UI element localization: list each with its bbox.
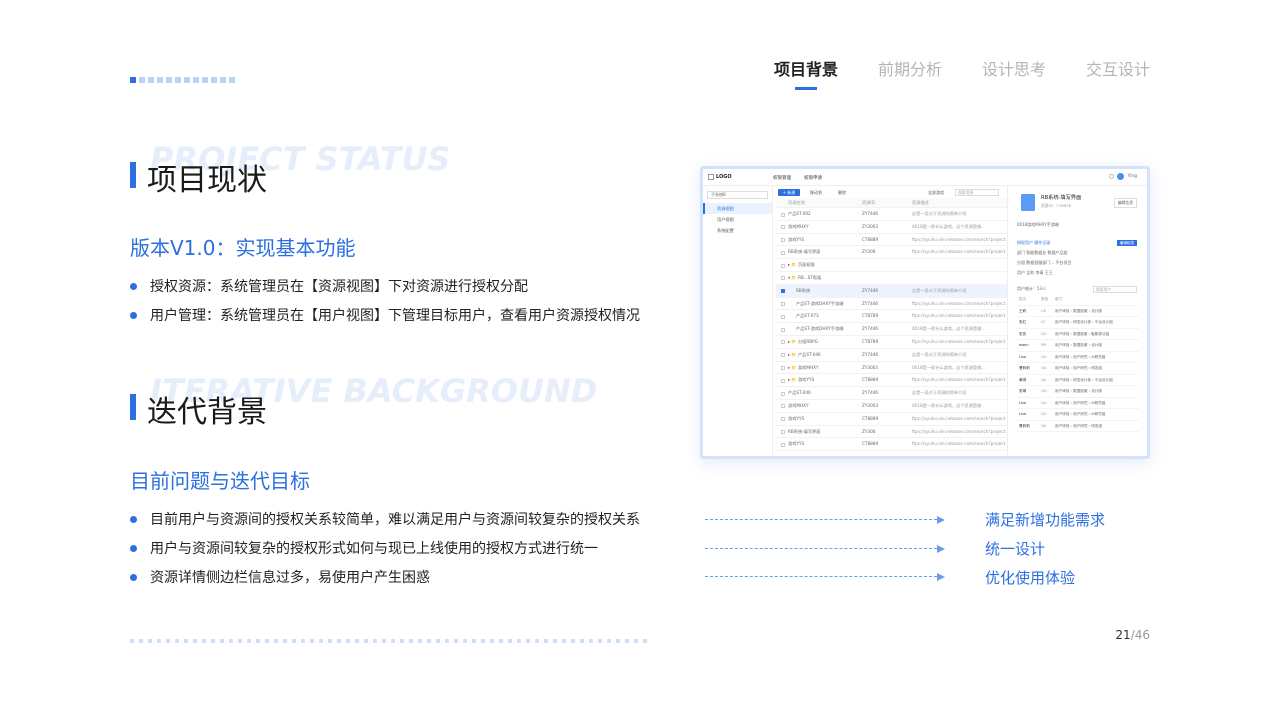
dashed-arrow xyxy=(705,572,945,582)
top-decor-dots xyxy=(130,77,235,83)
mock-tab: 权限管理 xyxy=(773,176,791,181)
mock-table-row: ▸ 📁 游戏YYS CT8889 ftps://xyuhu.nie.netease.… xyxy=(776,374,1007,388)
mock-filter: 全部游戏 xyxy=(928,190,944,195)
goal-text: 统一设计 xyxy=(985,540,1046,558)
mock-tab: 权限申请 xyxy=(804,176,822,181)
arrow-head-icon xyxy=(937,573,945,581)
avatar-icon xyxy=(1117,173,1125,180)
mock-table-row: RB系统-填写界面 ZY300 ftps://xyuhu.nie.netease.c… xyxy=(776,426,1007,439)
nav-tab-design-thinking[interactable]: 设计思考 xyxy=(982,56,1046,80)
mock-table-row: 产品ST-002 ZY7446 这是一段对于资源的简单介绍 xyxy=(776,208,1007,221)
mock-game: 0018游戏MHXY手游端 xyxy=(1017,222,1059,227)
mock-user-head: 姓名 角色 部门 xyxy=(1017,294,1139,306)
mock-table-row: ▸ 📁 游戏MHXY ZY3003 0018是一款什么游戏，这个资源是做... xyxy=(776,362,1007,375)
mock-table-row: 游戏YYS CT8889 ftps://xyuhu.nie.netease.com/… xyxy=(776,438,1007,452)
dashed-arrow xyxy=(705,544,945,554)
mock-user-row: Lisa QU 用户体验 › 用户研究 › AI研究组 xyxy=(1017,409,1139,421)
bullet-list-problems: 目前用户与资源间的授权关系较简单，难以满足用户与资源间较复杂的授权关系 用户与资… xyxy=(130,510,640,597)
mock-table-row: 产品ST-游戏DHXY手游端 ZY7446 0018是一款什么游戏，这个资源是做..… xyxy=(776,323,1007,336)
mock-side-item: 用户视图 xyxy=(717,217,734,222)
section-subtitle: 版本V1.0：实现基本功能 xyxy=(130,236,356,260)
mock-search: 搜索资源 xyxy=(955,189,999,196)
goal-text: 满足新增功能需求 xyxy=(985,511,1106,529)
dashed-arrow xyxy=(705,515,945,525)
nav-tab-interaction-design[interactable]: 交互设计 xyxy=(1086,56,1150,80)
mock-topbar: LOGO 权限管理 权限申请 Ying xyxy=(703,169,1147,186)
mock-user-row: 张琳 QU 用户体验 › 数据投服 › 设计部 xyxy=(1017,386,1139,398)
file-icon xyxy=(1021,194,1035,211)
section-bar xyxy=(130,162,136,188)
mock-user-line: 用户 吉利 李青 王王 xyxy=(1017,270,1053,275)
page-total: /46 xyxy=(1130,628,1150,642)
section-title: 项目现状 xyxy=(147,163,267,198)
mock-table-row: ▾ 📁 RB...ST框架 xyxy=(776,272,1007,285)
page-indicator: 21/46 xyxy=(1115,628,1150,642)
mock-new-button: + 新建 xyxy=(778,189,800,196)
mock-tabs: 授权用户 操作记录 编辑权限 xyxy=(1017,238,1139,248)
app-screenshot: LOGO 权限管理 权限申请 Ying 子系统B 资源视图 用户视图 系统配置 … xyxy=(700,166,1150,459)
mock-table-row: 产品ST-073 CT8789 ftps://xyuhu.nie.netease.c… xyxy=(776,310,1007,324)
mock-system-select: 子系统B xyxy=(707,191,768,199)
mock-table-row: RB系统 ZY7446 这是一段对于资源的简单介绍 xyxy=(776,284,1007,298)
mock-user-row: 张红 UI 用户体验 › 研发设计部 › 平台设计组 xyxy=(1017,317,1139,329)
mock-table-row: 游戏YYS CT8889 ftps://xyuhu.nie.netease.com/… xyxy=(776,413,1007,426)
mock-table-area: + 新建 移动到 删除 全部游戏 搜索资源 资源名称 资源ID 资源描述 产品ST-… xyxy=(776,186,1008,456)
mock-side-item: 系统配置 xyxy=(717,228,734,233)
logo-icon xyxy=(708,174,714,180)
section-title: 迭代背景 xyxy=(147,395,267,430)
mock-logo: LOGO xyxy=(708,174,732,180)
section-subtitle: 目前问题与迭代目标 xyxy=(130,469,310,493)
mock-user-row: 曹莉莉 QA 用户体验 › 用户研究 › 研发组 xyxy=(1017,363,1139,375)
bottom-decor-dots xyxy=(130,639,647,643)
mock-move: 移动到 xyxy=(810,190,822,195)
mock-user-row: Lisa QU 用户体验 › 用户研究 › AI研究组 xyxy=(1017,352,1139,363)
mock-user-row: 王莉 UX 用户体验 › 数据投服 › 设计部 xyxy=(1017,306,1139,317)
section-bar xyxy=(130,394,136,420)
help-icon xyxy=(1109,174,1115,179)
top-nav: 项目背景 前期分析 设计思考 交互设计 xyxy=(774,56,1150,80)
mock-group: 分组 数据投服部门... 平台项目 xyxy=(1017,260,1072,265)
mock-table-row: 游戏MHXY ZY3003 0018是一款什么游戏，这个资源是做... xyxy=(776,221,1007,234)
mock-table-row: ▸ 📁 产品ST-046 ZY7446 这是一段对于资源的简单介绍 xyxy=(776,349,1007,362)
mock-toolbar: + 新建 移动到 删除 全部游戏 搜索资源 xyxy=(776,186,1007,198)
bullet-item: 用户与资源间较复杂的授权形式如何与现已上线使用的授权方式进行统一 xyxy=(130,539,640,568)
mock-user: Ying xyxy=(1109,173,1137,180)
page-current: 21 xyxy=(1115,628,1131,642)
mock-detail-panel: RB系统-填写界面 资源ID：CT8876 编辑信息 0018游戏MHXY手游端… xyxy=(1009,186,1147,456)
mock-table-row: ▸ 📁 分组RBPG CT8789 ftps://xyuhu.nie.netease… xyxy=(776,336,1007,349)
mock-detail-id: 资源ID：CT8876 xyxy=(1041,203,1072,208)
mock-table-row: 产品ST-046 ZY7446 这是一段对于资源的简单介绍 xyxy=(776,387,1007,400)
mock-user-row: awen PM 用户体验 › 数据投服 › 设计部 xyxy=(1017,340,1139,352)
arrow-head-icon xyxy=(937,545,945,553)
mock-table-row: RB系统-填写界面 ZY300 ftps://xyuhu.nie.netease.c… xyxy=(776,246,1007,260)
mock-user-row: Lisa QU 用户体验 › 用户研究 › AI研究组 xyxy=(1017,398,1139,409)
mock-detail-title: RB系统-填写界面 xyxy=(1041,195,1082,201)
mock-user-count: 用户统计：53人 搜索用户 xyxy=(1017,284,1139,294)
arrow-head-icon xyxy=(937,516,945,524)
mock-edit-button: 编辑信息 xyxy=(1113,198,1137,208)
mock-table-row: 游戏MHXY ZY3003 0018是一款什么游戏，这个资源是做... xyxy=(776,400,1007,413)
goal-text: 优化使用体验 xyxy=(985,569,1076,587)
mock-table-head: 资源名称 资源ID 资源描述 xyxy=(776,198,1007,208)
nav-tab-early-analysis[interactable]: 前期分析 xyxy=(878,56,942,80)
mock-side-item: 资源视图 xyxy=(703,203,772,214)
mock-sidebar: 子系统B 资源视图 用户视图 系统配置 xyxy=(703,186,773,456)
bullet-item: 目前用户与资源间的授权关系较简单，难以满足用户与资源间较复杂的授权关系 xyxy=(130,510,640,539)
mock-user-row: 曹莉莉 QA 用户体验 › 用户研究 › 研发组 xyxy=(1017,421,1139,432)
nav-tab-project-background[interactable]: 项目背景 xyxy=(774,56,838,80)
bullet-list-status: 授权资源：系统管理员在【资源视图】下对资源进行授权分配 用户管理：系统管理员在【… xyxy=(130,277,640,335)
mock-table-row: 游戏YYS CT8889 ftps://xyuhu.nie.netease.com/… xyxy=(776,234,1007,247)
bullet-item: 资源详情侧边栏信息过多，易使用户产生困惑 xyxy=(130,568,640,597)
mock-user-row: 张凯 QU 用户体验 › 数据投服 › 聚焦算法组 xyxy=(1017,329,1139,340)
mock-table-row: 产品ST-游戏DHXY手游端 ZY7446 ftps://xyuhu.nie.net… xyxy=(776,298,1007,311)
bullet-item: 用户管理：系统管理员在【用户视图】下管理目标用户，查看用户资源授权情况 xyxy=(130,306,640,335)
bullet-item: 授权资源：系统管理员在【资源视图】下对资源进行授权分配 xyxy=(130,277,640,306)
mock-delete: 删除 xyxy=(838,190,846,195)
mock-dept: 部门 智能数据业 数据产品组 xyxy=(1017,250,1068,255)
mock-user-row: 黄琪 QA 用户体验 › 研发设计部 › 平台设计组 xyxy=(1017,375,1139,386)
mock-table-row: ▸ 📁 页面权限 xyxy=(776,259,1007,272)
